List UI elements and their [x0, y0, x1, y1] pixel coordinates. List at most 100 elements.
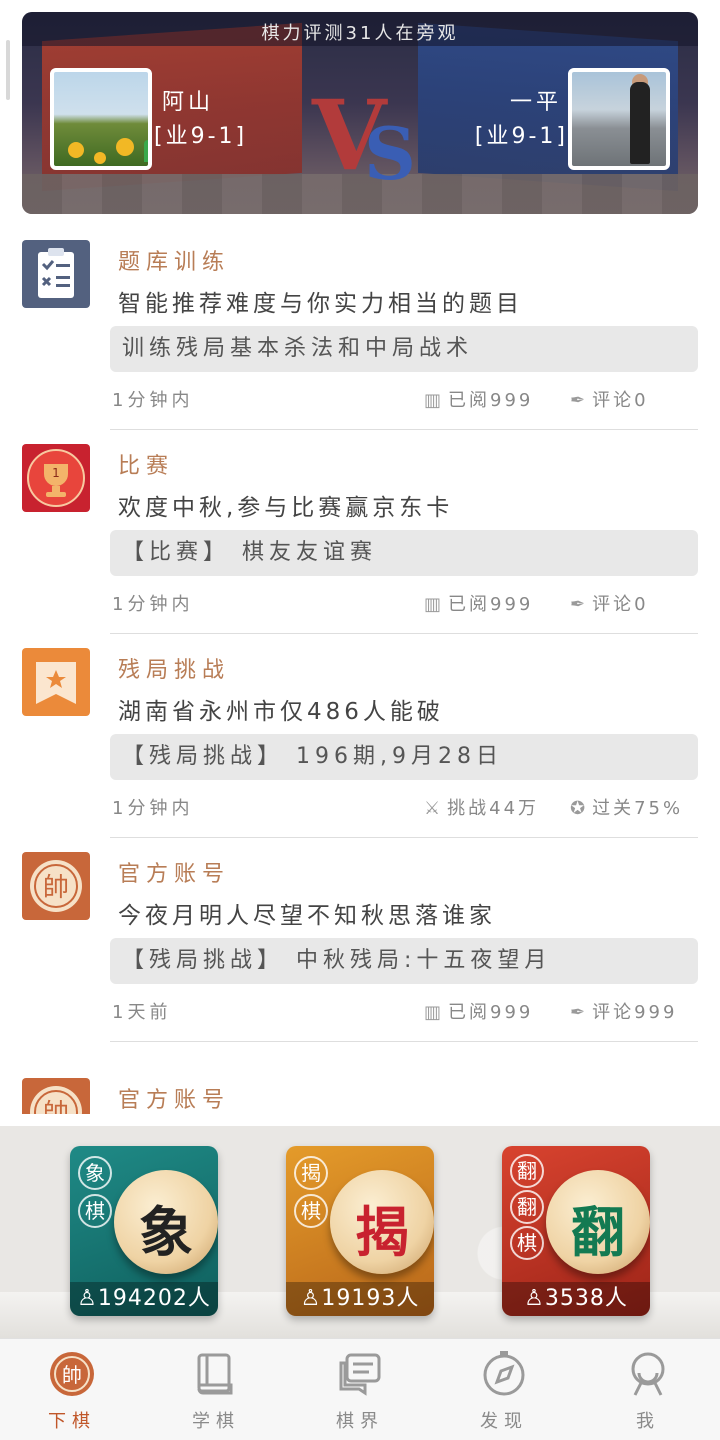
flower-decoration [116, 138, 134, 156]
user-icon: ♙ [300, 1286, 322, 1311]
comment-count[interactable]: ✒ 评论999 [570, 998, 677, 1024]
user-icon: ♙ [524, 1286, 545, 1311]
read-count: ▥ 已阅999 [424, 590, 533, 616]
item-description: 湖南省永州市仅486人能破 [118, 699, 444, 725]
chess-piece-icon: 翻 [546, 1170, 650, 1274]
game-mode-panel: 象 棋 象 ♙194202人 揭 棋 揭 ♙19193人 翻 翻 棋 翻 ♙35… [0, 1126, 720, 1338]
side-char: 揭 [294, 1156, 328, 1190]
item-title: 题库训练 [118, 250, 231, 275]
side-char: 翻 [510, 1154, 544, 1188]
spectator-count: 棋力评测31人在旁观 [261, 23, 459, 44]
nav-item-learn[interactable]: 学棋 [144, 1339, 288, 1440]
read-count: ▥ 已阅999 [424, 386, 533, 412]
piece-char: 揭 [355, 1200, 409, 1264]
game-card-fanfanqi[interactable]: 翻 翻 棋 翻 ♙3538人 [502, 1146, 650, 1316]
shuai-piece-icon: 帥 [22, 1078, 90, 1114]
book-icon: ▥ [424, 594, 445, 615]
shuai-piece-icon: 帥 [49, 1351, 95, 1397]
player-count-text: 3538人 [544, 1286, 628, 1311]
match-banner[interactable]: 棋力评测31人在旁观 信用 阿山 [业9-1] V S 一平 [业9-1] [22, 12, 698, 214]
shuai-piece-icon: 帥 [22, 852, 90, 920]
item-description: 智能推荐难度与你实力相当的题目 [118, 291, 523, 317]
side-char: 棋 [78, 1194, 112, 1228]
piece-char: 帥 [43, 1099, 69, 1114]
book-icon: ▥ [424, 1002, 445, 1023]
scroll-indicator[interactable] [6, 40, 10, 100]
piece-char: 帥 [62, 1363, 82, 1387]
compass-icon [481, 1351, 527, 1397]
item-time: 1分钟内 [112, 390, 194, 411]
feed-item-training[interactable]: 题库训练 智能推荐难度与你实力相当的题目 训练残局基本杀法和中局战术 1分钟内 … [0, 226, 720, 430]
read-count-text: 已阅999 [448, 594, 534, 615]
comment-count-text: 评论999 [592, 1002, 678, 1023]
book-icon: ▥ [424, 390, 445, 411]
piece-char: 翻 [571, 1200, 625, 1264]
player-right-name: 一平 [509, 90, 562, 115]
vs-logo: V S [312, 88, 422, 196]
item-title: 官方账号 [118, 1088, 231, 1113]
nav-item-me[interactable]: 我 [576, 1339, 720, 1440]
feather-icon: ✒ [570, 390, 589, 411]
game-card-jieqi[interactable]: 揭 棋 揭 ♙19193人 [286, 1146, 434, 1316]
clipboard-icon [22, 240, 90, 308]
item-tag[interactable]: 训练残局基本杀法和中局战术 [110, 326, 698, 372]
comment-count-text: 评论0 [592, 390, 649, 411]
challenge-count-text: 挑战44万 [447, 798, 540, 819]
item-title: 官方账号 [118, 862, 231, 887]
feed-item-competition[interactable]: 1 比赛 欢度中秋,参与比赛赢京东卡 【比赛】 棋友友谊赛 1分钟内 ▥ 已阅99… [0, 430, 720, 634]
flower-decoration [94, 152, 106, 164]
comment-count-text: 评论0 [592, 594, 649, 615]
player-count: ♙194202人 [70, 1282, 218, 1316]
piece-char: 帥 [43, 873, 69, 903]
bookmark-star-icon [22, 648, 90, 716]
item-time: 1分钟内 [112, 594, 194, 615]
player-right-avatar[interactable] [568, 68, 670, 170]
trophy-number: 1 [52, 466, 60, 480]
nav-label: 棋界 [336, 1411, 384, 1432]
game-card-xiangqi[interactable]: 象 棋 象 ♙194202人 [70, 1146, 218, 1316]
app-root: 棋力评测31人在旁观 信用 阿山 [业9-1] V S 一平 [业9-1] [0, 0, 720, 1440]
challenge-count: ⚔ 挑战44万 [424, 794, 539, 820]
item-tag[interactable]: 【残局挑战】 196期,9月28日 [110, 734, 698, 780]
star-icon: ✪ [570, 798, 589, 819]
player-left-avatar[interactable]: 信用 [50, 68, 152, 170]
side-char: 棋 [510, 1226, 544, 1260]
nav-label: 我 [636, 1411, 660, 1432]
item-time: 1天前 [112, 1002, 172, 1023]
vs-letter-s: S [364, 111, 416, 196]
nav-label: 学棋 [192, 1411, 240, 1432]
item-title: 残局挑战 [118, 658, 231, 683]
nav-item-play[interactable]: 帥 下棋 [0, 1339, 144, 1440]
player-left-name: 阿山 [162, 90, 215, 115]
item-tag[interactable]: 【比赛】 棋友友谊赛 [110, 530, 698, 576]
read-count: ▥ 已阅999 [424, 998, 533, 1024]
player-left-rank: [业9-1] [154, 124, 248, 149]
feed-item-official-2[interactable]: 帥 官方账号 [0, 1042, 720, 1114]
chess-piece-icon: 象 [114, 1170, 218, 1274]
side-char: 象 [78, 1156, 112, 1190]
feather-icon: ✒ [570, 1002, 589, 1023]
feed-list[interactable]: 题库训练 智能推荐难度与你实力相当的题目 训练残局基本杀法和中局战术 1分钟内 … [0, 226, 720, 1114]
flower-decoration [68, 142, 84, 158]
player-right-rank: [业9-1] [474, 124, 568, 149]
comment-count[interactable]: ✒ 评论0 [570, 590, 649, 616]
player-count: ♙19193人 [286, 1282, 434, 1316]
feed-item-official[interactable]: 帥 官方账号 今夜月明人尽望不知秋思落谁家 【残局挑战】 中秋残局:十五夜望月 … [0, 838, 720, 1042]
comment-count[interactable]: ✒ 评论0 [570, 386, 649, 412]
book-icon [193, 1351, 239, 1397]
item-tag[interactable]: 【残局挑战】 中秋残局:十五夜望月 [110, 938, 698, 984]
trophy-icon: 1 [22, 444, 90, 512]
read-count-text: 已阅999 [448, 390, 534, 411]
piece-char: 象 [139, 1200, 193, 1264]
feed-item-endgame[interactable]: 残局挑战 湖南省永州市仅486人能破 【残局挑战】 196期,9月28日 1分钟… [0, 634, 720, 838]
player-count-text: 19193人 [321, 1286, 420, 1311]
chat-icon [337, 1351, 383, 1397]
chess-piece-icon: 揭 [330, 1170, 434, 1274]
pass-rate-text: 过关75% [592, 798, 684, 819]
user-icon [625, 1351, 671, 1397]
bottom-nav: 帥 下棋 学棋 棋界 发现 我 [0, 1338, 720, 1440]
nav-item-discover[interactable]: 发现 [432, 1339, 576, 1440]
item-description: 欢度中秋,参与比赛赢京东卡 [118, 495, 454, 521]
nav-item-community[interactable]: 棋界 [288, 1339, 432, 1440]
item-time: 1分钟内 [112, 798, 194, 819]
